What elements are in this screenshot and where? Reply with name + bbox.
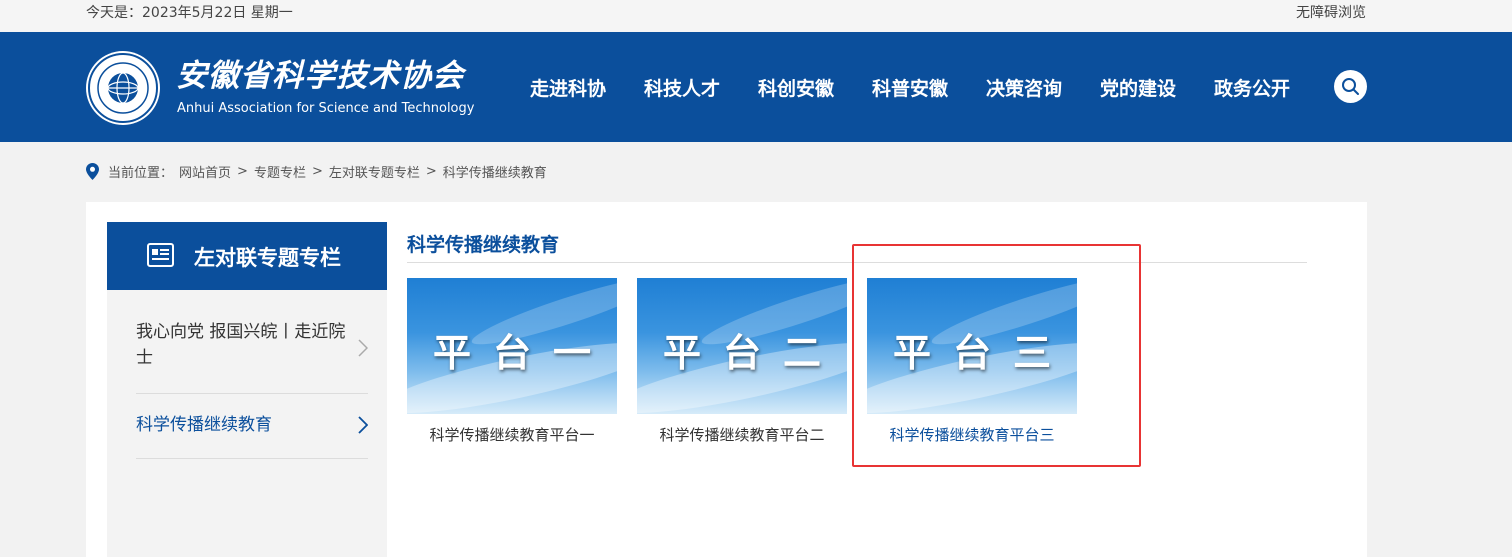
date-text: 今天是：2023年5月22日 星期一 bbox=[86, 5, 293, 21]
search-button[interactable] bbox=[1334, 70, 1367, 103]
breadcrumb-topics[interactable]: 专题专栏 bbox=[254, 162, 306, 181]
logo-english-title[interactable]: Anhui Association for Science and Techno… bbox=[177, 101, 474, 116]
sidebar: 左对联专题专栏 我心向党 报国兴皖丨走近院士 科学传播继续教育 bbox=[107, 222, 387, 557]
breadcrumb: 当前位置： 网站首页 > 专题专栏 > 左对联专题专栏 > 科学传播继续教育 bbox=[86, 162, 547, 181]
main-nav: 走进科协 科技人才 科创安徽 科普安徽 决策咨询 党的建设 政务公开 bbox=[511, 74, 1309, 101]
sidebar-title: 左对联专题专栏 bbox=[194, 246, 341, 270]
platform-image-1[interactable]: 平台一 bbox=[407, 278, 617, 414]
chevron-right-icon bbox=[358, 416, 368, 434]
nav-item-government[interactable]: 政务公开 bbox=[1195, 74, 1309, 101]
highlight-annotation-box bbox=[852, 244, 1141, 467]
platform-tile-1[interactable]: 平台一 科学传播继续教育平台一 bbox=[407, 278, 617, 445]
sidebar-item-academician[interactable]: 我心向党 报国兴皖丨走近院士 bbox=[136, 315, 368, 394]
nav-item-talent[interactable]: 科技人才 bbox=[625, 74, 739, 101]
nav-item-about[interactable]: 走进科协 bbox=[511, 74, 625, 101]
platform-tile-2[interactable]: 平台二 科学传播继续教育平台二 bbox=[637, 278, 847, 445]
platform-image-text: 平台一 bbox=[432, 331, 613, 375]
nav-item-party[interactable]: 党的建设 bbox=[1081, 74, 1195, 101]
chevron-right-icon bbox=[358, 339, 368, 357]
section-title: 科学传播继续教育 bbox=[407, 234, 560, 256]
sidebar-item-education[interactable]: 科学传播继续教育 bbox=[136, 393, 368, 459]
breadcrumb-separator: > bbox=[311, 164, 323, 179]
breadcrumb-home[interactable]: 网站首页 bbox=[179, 162, 231, 181]
platform-caption-2[interactable]: 科学传播继续教育平台二 bbox=[637, 424, 847, 445]
search-icon bbox=[1342, 78, 1359, 95]
nav-item-popularization[interactable]: 科普安徽 bbox=[853, 74, 967, 101]
breadcrumb-column[interactable]: 左对联专题专栏 bbox=[329, 162, 420, 181]
breadcrumb-separator: > bbox=[425, 164, 437, 179]
list-icon bbox=[147, 243, 174, 267]
platform-caption-1[interactable]: 科学传播继续教育平台一 bbox=[407, 424, 617, 445]
top-bar: 今天是：2023年5月22日 星期一 无障碍浏览 bbox=[0, 0, 1512, 32]
sidebar-header: 左对联专题专栏 bbox=[107, 222, 387, 290]
site-header: 安徽省科学技术协会 Anhui Association for Science … bbox=[0, 32, 1512, 142]
location-pin-icon bbox=[86, 163, 99, 180]
platform-image-2[interactable]: 平台二 bbox=[637, 278, 847, 414]
breadcrumb-current[interactable]: 科学传播继续教育 bbox=[443, 162, 547, 181]
logo-chinese-title[interactable]: 安徽省科学技术协会 bbox=[176, 50, 464, 95]
accessibility-link[interactable]: 无障碍浏览 bbox=[1296, 2, 1366, 22]
sidebar-item-label: 我心向党 报国兴皖丨走近院士 bbox=[136, 322, 346, 368]
logo-emblem-icon[interactable] bbox=[86, 51, 160, 125]
nav-item-innovation[interactable]: 科创安徽 bbox=[739, 74, 853, 101]
nav-item-consulting[interactable]: 决策咨询 bbox=[967, 74, 1081, 101]
breadcrumb-separator: > bbox=[237, 164, 248, 179]
platform-image-text: 平台二 bbox=[662, 331, 843, 375]
sidebar-item-label: 科学传播继续教育 bbox=[136, 415, 272, 435]
breadcrumb-prefix: 当前位置： bbox=[108, 166, 174, 181]
